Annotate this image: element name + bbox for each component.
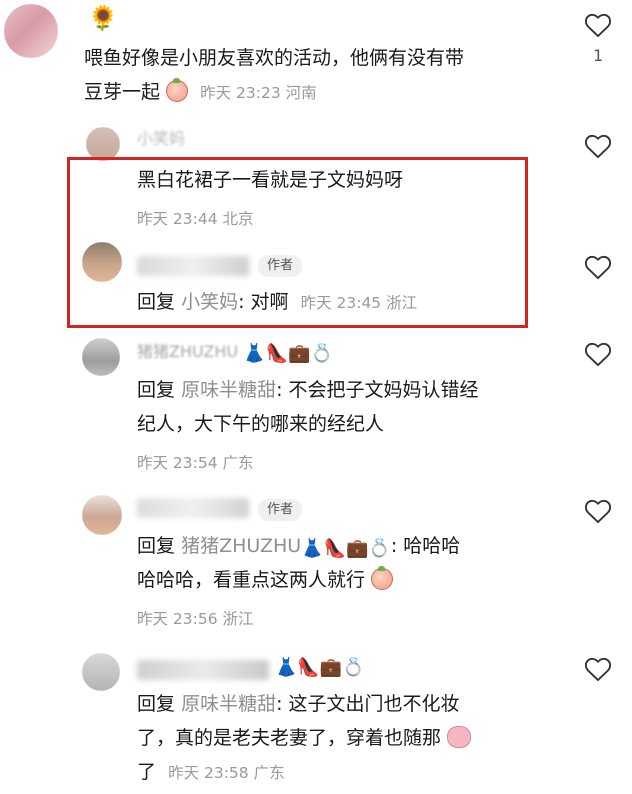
reply-text: : 对啊 xyxy=(238,291,289,313)
like-count: 1 xyxy=(593,46,604,65)
author-badge: 作者 xyxy=(258,255,303,277)
avatar-blurred-image xyxy=(82,338,120,376)
reply-text-line3: 了 xyxy=(137,761,157,783)
comment-meta: 昨天 23:23 河南 xyxy=(200,84,317,102)
reply-meta: 昨天 23:58 广东 xyxy=(168,764,285,782)
name-emojis: 👗👠💼💍 xyxy=(275,657,365,678)
reply-to-name[interactable]: 猪猪ZHUZHU xyxy=(181,535,301,557)
reply-content-line1: 回复 猪猪ZHUZHU👗👠💼💍: 哈哈哈 xyxy=(137,530,460,562)
reply-to-name[interactable]: 原味半糖甜 xyxy=(181,379,276,401)
heart-outline-icon[interactable] xyxy=(584,12,612,38)
pig-sticker-icon xyxy=(447,726,472,748)
comment-top-emoji: 🌻 xyxy=(88,4,118,32)
reply-meta: 昨天 23:44 北京 xyxy=(137,210,254,228)
name-emojis: 👗👠💼💍 xyxy=(243,343,333,364)
reply-text: 黑白花裙子一看就是子文妈妈呀 xyxy=(137,169,404,191)
reply-text-line1: : 不会把子文妈妈认错经 xyxy=(276,379,479,401)
reply-label: 回复 xyxy=(137,535,176,557)
avatar-blurred-image xyxy=(82,242,122,282)
heart-outline-icon[interactable] xyxy=(584,341,612,367)
heart-outline-icon[interactable] xyxy=(584,498,612,524)
avatar-blurred-image xyxy=(82,495,122,535)
avatar[interactable] xyxy=(82,495,122,535)
reply-label: 回复 xyxy=(137,379,176,401)
reply-username[interactable]: 小笑妈 xyxy=(137,125,185,149)
comment-text-line1: 喂鱼好像是小朋友喜欢的活动，他俩有没有带 xyxy=(84,47,465,69)
avatar-blurred-image xyxy=(82,653,120,691)
reply-to-emojis: 👗👠💼💍 xyxy=(301,538,391,559)
reply-username-blurred[interactable] xyxy=(137,498,249,518)
heart-outline-icon[interactable] xyxy=(584,254,612,280)
reply-text-line3-wrap: 了 昨天 23:58 广东 xyxy=(137,756,285,789)
comment-text-line2: 豆芽一起 xyxy=(84,81,161,103)
heart-outline-icon[interactable] xyxy=(584,133,612,159)
peach-sticker-icon xyxy=(371,566,394,590)
reply-text-line2-wrap: 了，真的是老夫老妻了，穿着也随那 xyxy=(137,722,472,754)
reply-meta: 昨天 23:45 浙江 xyxy=(300,294,418,312)
reply-to-name[interactable]: 原味半糖甜 xyxy=(181,693,276,715)
reply-meta: 昨天 23:54 广东 xyxy=(137,454,254,472)
avatar[interactable] xyxy=(82,338,120,376)
reply-text-line1: : 这子文出门也不化妆 xyxy=(276,693,460,715)
reply-text-line2-wrap: 哈哈哈，看重点这两人就行 xyxy=(137,564,394,596)
heart-outline-icon[interactable] xyxy=(584,656,612,682)
reply-text-line2: 了，真的是老夫老妻了，穿着也随那 xyxy=(137,727,442,749)
reply-username-blurred[interactable] xyxy=(137,660,269,680)
avatar-blurred-image xyxy=(4,4,58,58)
reply-label: 回复 xyxy=(137,693,176,715)
reply-username[interactable]: 猪猪ZHUZHU xyxy=(137,342,238,361)
reply-text-line2: 纪人，大下午的哪来的经纪人 xyxy=(137,413,385,435)
peach-sticker-icon xyxy=(166,78,189,102)
reply-to-name[interactable]: 小笑妈 xyxy=(181,291,238,313)
avatar[interactable] xyxy=(82,242,122,282)
reply-content: 回复 小笑妈: 对啊 昨天 23:45 浙江 xyxy=(137,286,417,319)
reply-text-line1: : 哈哈哈 xyxy=(390,535,461,557)
reply-label: 回复 xyxy=(137,291,176,313)
author-badge: 作者 xyxy=(258,499,303,521)
name-emojis-row: 👗👠💼💍 xyxy=(275,656,365,678)
avatar-blurred-image xyxy=(86,127,120,161)
reply-text-line2: 哈哈哈，看重点这两人就行 xyxy=(137,569,366,591)
comment-text-line2-wrap: 豆芽一起 昨天 23:23 河南 xyxy=(84,76,317,109)
avatar[interactable] xyxy=(4,4,58,58)
reply-username-blurred[interactable] xyxy=(137,256,249,276)
reply-content-line1: 回复 原味半糖甜: 这子文出门也不化妆 xyxy=(137,688,460,720)
reply-content-line1: 回复 原味半糖甜: 不会把子文妈妈认错经 xyxy=(137,374,479,406)
reply-username-row: 猪猪ZHUZHU 👗👠💼💍 xyxy=(137,338,333,364)
avatar[interactable] xyxy=(82,653,120,691)
reply-meta: 昨天 23:56 浙江 xyxy=(137,610,254,628)
avatar[interactable] xyxy=(86,127,120,161)
